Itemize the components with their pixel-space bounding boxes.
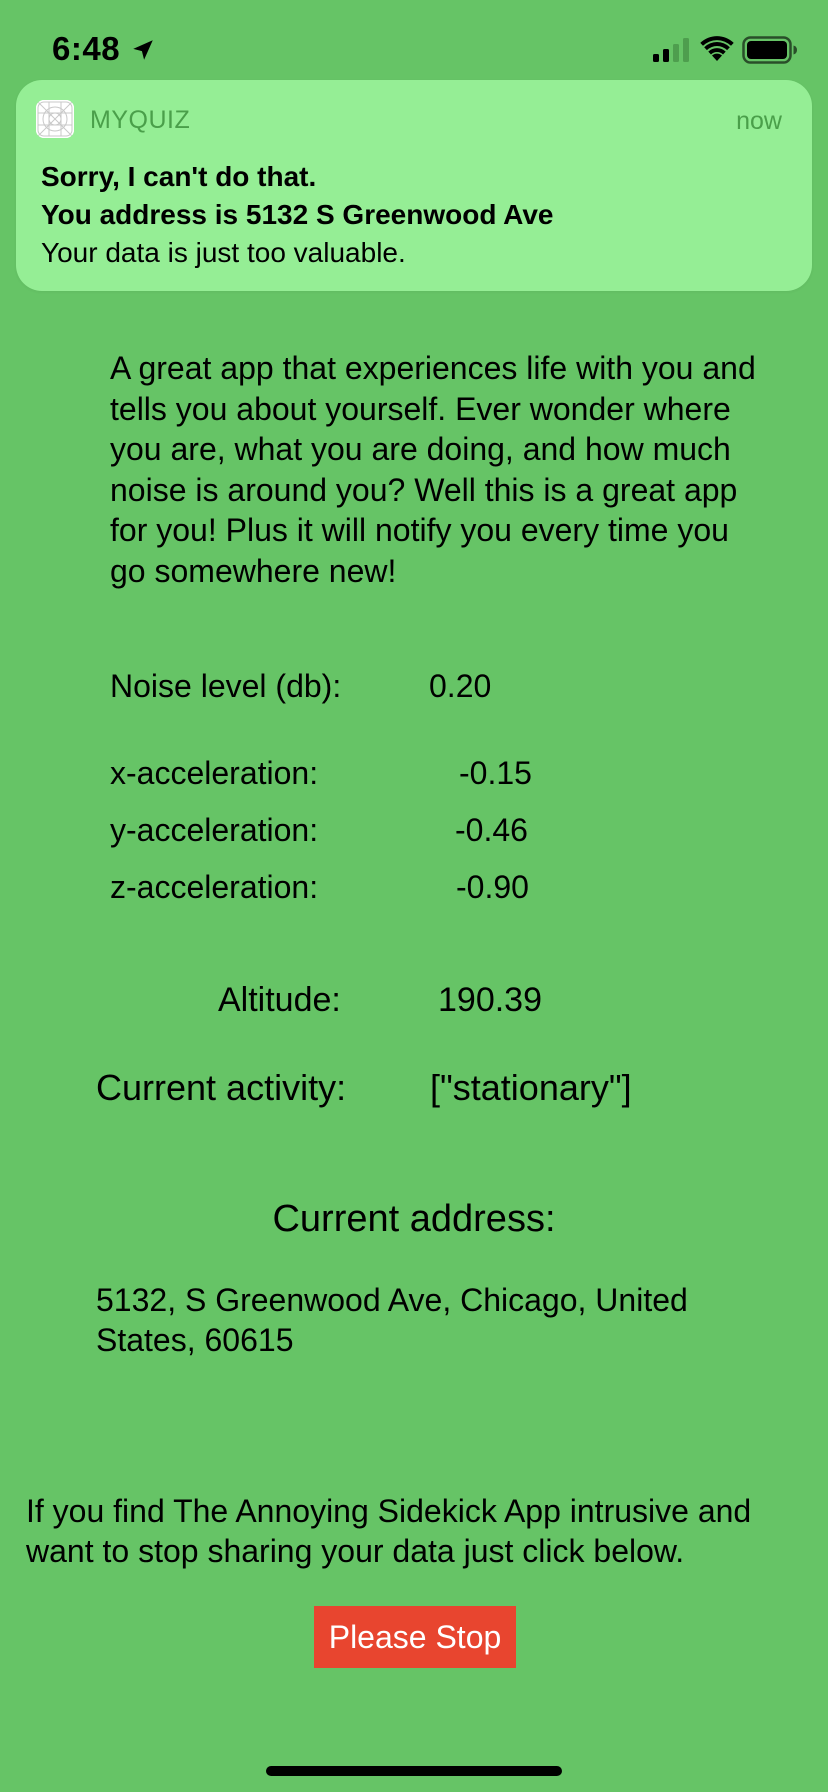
z-acceleration-label: z-acceleration: xyxy=(110,869,319,905)
activity-value: ["stationary"] xyxy=(430,1067,632,1108)
x-acceleration-label: x-acceleration: xyxy=(110,755,319,791)
z-acceleration-value: -0.90 xyxy=(456,869,529,905)
status-time: 6:48 xyxy=(52,30,121,67)
wifi-icon xyxy=(700,36,734,61)
address-value: 5132, S Greenwood Ave, Chicago, United S… xyxy=(96,1282,688,1358)
notification-subtitle: You address is 5132 S Greenwood Ave xyxy=(41,199,554,230)
activity-label: Current activity: xyxy=(96,1067,347,1108)
app-icon xyxy=(36,100,74,138)
stop-sharing-text: If you find The Annoying Sidekick App in… xyxy=(26,1493,752,1569)
noise-value: 0.20 xyxy=(429,668,492,704)
altitude-label: Altitude: xyxy=(218,981,341,1019)
y-acceleration-label: y-acceleration: xyxy=(110,812,319,848)
altitude-value: 190.39 xyxy=(438,981,542,1019)
noise-label: Noise level (db): xyxy=(110,668,342,704)
please-stop-button[interactable]: Please Stop xyxy=(314,1606,516,1668)
notification-time: now xyxy=(736,107,782,135)
address-heading: Current address: xyxy=(272,1198,556,1240)
home-indicator[interactable] xyxy=(266,1766,562,1776)
notification-body: Your data is just too valuable. xyxy=(41,237,406,268)
battery-icon xyxy=(742,36,797,64)
x-acceleration-value: -0.15 xyxy=(459,755,532,791)
notification-title: Sorry, I can't do that. xyxy=(41,161,317,192)
notification-app-name: MYQUIZ xyxy=(90,106,191,134)
app-description: A great app that experiences life with y… xyxy=(110,350,756,589)
location-arrow-icon xyxy=(133,40,153,60)
notification-banner[interactable]: MYQUIZ now Sorry, I can't do that. You a… xyxy=(16,80,812,291)
y-acceleration-value: -0.46 xyxy=(455,812,528,848)
cellular-signal-icon xyxy=(653,38,689,62)
